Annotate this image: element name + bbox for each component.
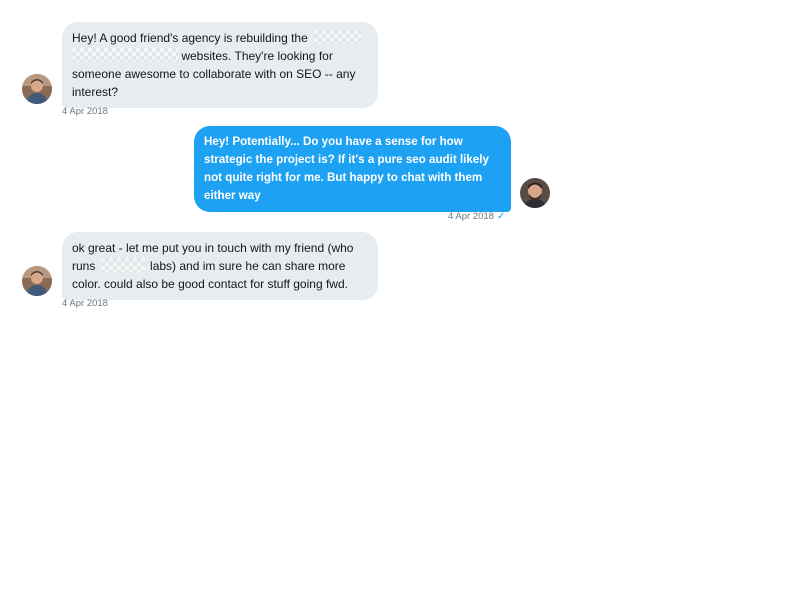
redacted-text [72,48,178,62]
message-timestamp: 4 Apr 2018 [62,298,108,309]
user-avatar[interactable] [520,178,550,208]
contact-avatar[interactable] [22,266,52,296]
message-bubble[interactable]: Hey! A good friend's agency is rebuildin… [62,22,378,108]
contact-avatar[interactable] [22,74,52,104]
message-text: Hey! A good friend's agency is rebuildin… [72,31,308,45]
message-bubble[interactable]: ok great - let me put you in touch with … [62,232,378,300]
message-bubble[interactable]: Hey! Potentially... Do you have a sense … [194,126,511,212]
redacted-text [314,30,363,44]
contact-avatar-image [22,266,52,296]
message-text: Hey! Potentially... Do you have a sense … [204,135,489,202]
user-avatar-image [520,178,550,208]
redacted-text [100,258,145,272]
message-timestamp: 4 Apr 2018 [62,106,108,117]
message-timestamp: 4 Apr 2018 ✓ [448,211,506,222]
contact-avatar-image [22,74,52,104]
check-icon: ✓ [496,211,506,222]
